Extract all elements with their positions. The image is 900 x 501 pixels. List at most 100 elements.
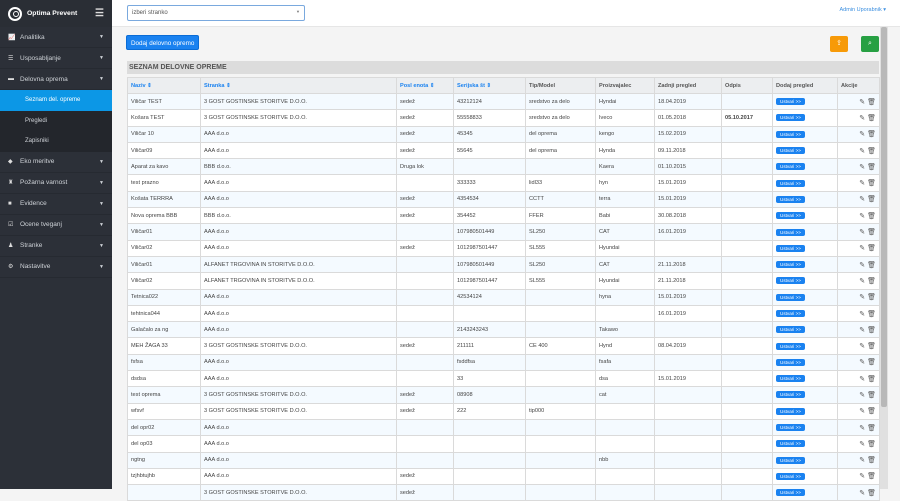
column-header[interactable]: Stranka ⇕ bbox=[200, 77, 397, 94]
trash-icon[interactable]: 🗑 bbox=[867, 196, 876, 203]
create-review-button[interactable]: Ustvari >> bbox=[776, 489, 805, 497]
trash-icon[interactable]: 🗑 bbox=[867, 408, 876, 415]
sidebar-item-eko-meritve[interactable]: ◆ Eko meritve ▼ bbox=[0, 152, 112, 173]
create-review-button[interactable]: Ustvari >> bbox=[776, 424, 805, 432]
trash-icon[interactable]: 🗑 bbox=[867, 490, 876, 497]
create-review-button[interactable]: Ustvari >> bbox=[776, 277, 805, 285]
sidebar-item-delovna-oprema[interactable]: ▬ Delovna oprema ▼ bbox=[0, 69, 112, 90]
create-review-button[interactable]: Ustvari >> bbox=[776, 147, 805, 155]
edit-icon[interactable]: ✎ bbox=[859, 262, 865, 269]
trash-icon[interactable]: 🗑 bbox=[867, 392, 876, 399]
sidebar-item-evidence[interactable]: ■ Evidence ▼ bbox=[0, 194, 112, 215]
brand[interactable]: Optima Prevent ☰ bbox=[0, 0, 112, 27]
sidebar-item-stranke[interactable]: ♟ Stranke ▼ bbox=[0, 236, 112, 257]
trash-icon[interactable]: 🗑 bbox=[867, 131, 876, 138]
trash-icon[interactable]: 🗑 bbox=[867, 441, 876, 448]
sidebar-subitem[interactable]: Seznam del. opreme bbox=[0, 90, 112, 111]
trash-icon[interactable]: 🗑 bbox=[867, 115, 876, 122]
edit-icon[interactable]: ✎ bbox=[859, 196, 865, 203]
trash-icon[interactable]: 🗑 bbox=[867, 294, 876, 301]
edit-icon[interactable]: ✎ bbox=[859, 408, 865, 415]
trash-icon[interactable]: 🗑 bbox=[867, 148, 876, 155]
create-review-button[interactable]: Ustvari >> bbox=[776, 391, 805, 399]
edit-icon[interactable]: ✎ bbox=[859, 392, 865, 399]
sidebar-subitem[interactable]: Zapisniki bbox=[0, 131, 112, 152]
sidebar-item-usposabljanje[interactable]: ☰ Usposabljanje ▼ bbox=[0, 48, 112, 69]
create-review-button[interactable]: Ustvari >> bbox=[776, 244, 805, 252]
column-header[interactable]: Posl enota ⇕ bbox=[396, 77, 454, 94]
scrollbar-thumb[interactable] bbox=[881, 27, 887, 407]
create-review-button[interactable]: Ustvari >> bbox=[776, 228, 805, 236]
user-menu[interactable]: Admin Uporabnik ▾ bbox=[840, 7, 886, 13]
create-review-button[interactable]: Ustvari >> bbox=[776, 261, 805, 269]
create-review-button[interactable]: Ustvari >> bbox=[776, 114, 805, 122]
trash-icon[interactable]: 🗑 bbox=[867, 425, 876, 432]
trash-icon[interactable]: 🗑 bbox=[867, 278, 876, 285]
create-review-button[interactable]: Ustvari >> bbox=[776, 456, 805, 464]
trash-icon[interactable]: 🗑 bbox=[867, 99, 876, 106]
edit-icon[interactable]: ✎ bbox=[859, 441, 865, 448]
trash-icon[interactable]: 🗑 bbox=[867, 164, 876, 171]
sidebar-item-ocene-tveganj[interactable]: ☑ Ocene tveganj ▼ bbox=[0, 215, 112, 236]
trash-icon[interactable]: 🗑 bbox=[867, 229, 876, 236]
edit-icon[interactable]: ✎ bbox=[859, 115, 865, 122]
trash-icon[interactable]: 🗑 bbox=[867, 457, 876, 464]
trash-icon[interactable]: 🗑 bbox=[867, 213, 876, 220]
sidebar-subitem[interactable]: Pregledi bbox=[0, 110, 112, 131]
edit-icon[interactable]: ✎ bbox=[859, 311, 865, 318]
add-equipment-button[interactable]: Dodaj delovno opremo bbox=[126, 35, 200, 50]
sidebar-item-po-arna-varnost[interactable]: ♜ Požarna varnost ▼ bbox=[0, 173, 112, 194]
create-review-button[interactable]: Ustvari >> bbox=[776, 130, 805, 138]
edit-icon[interactable]: ✎ bbox=[859, 278, 865, 285]
column-header[interactable]: Naziv ⇕ bbox=[127, 77, 201, 94]
create-review-button[interactable]: Ustvari >> bbox=[776, 212, 805, 220]
edit-icon[interactable]: ✎ bbox=[859, 245, 865, 252]
create-review-button[interactable]: Ustvari >> bbox=[776, 293, 805, 301]
trash-icon[interactable]: 🗑 bbox=[867, 359, 876, 366]
create-review-button[interactable]: Ustvari >> bbox=[776, 440, 805, 448]
trash-icon[interactable]: 🗑 bbox=[867, 180, 876, 187]
edit-icon[interactable]: ✎ bbox=[859, 213, 865, 220]
edit-icon[interactable]: ✎ bbox=[859, 327, 865, 334]
sidebar-item-nastavitve[interactable]: ⚙ Nastavitve ▼ bbox=[0, 257, 112, 278]
sidebar-item-analitika[interactable]: 📈 Analitika ▼ bbox=[0, 27, 112, 48]
create-review-button[interactable]: Ustvari >> bbox=[776, 472, 805, 480]
column-header[interactable]: Serijska št ⇕ bbox=[453, 77, 526, 94]
client-select[interactable]: izberi stranko ▼ bbox=[127, 5, 305, 21]
edit-icon[interactable]: ✎ bbox=[859, 425, 865, 432]
trash-icon[interactable]: 🗑 bbox=[867, 245, 876, 252]
trash-icon[interactable]: 🗑 bbox=[867, 262, 876, 269]
trash-icon[interactable]: 🗑 bbox=[867, 311, 876, 318]
create-review-button[interactable]: Ustvari >> bbox=[776, 342, 805, 350]
create-review-button[interactable]: Ustvari >> bbox=[776, 358, 805, 366]
edit-icon[interactable]: ✎ bbox=[859, 457, 865, 464]
trash-icon[interactable]: 🗑 bbox=[867, 343, 876, 350]
create-review-button[interactable]: Ustvari >> bbox=[776, 195, 805, 203]
edit-icon[interactable]: ✎ bbox=[859, 376, 865, 383]
create-review-button[interactable]: Ustvari >> bbox=[776, 407, 805, 415]
create-review-button[interactable]: Ustvari >> bbox=[776, 179, 805, 187]
edit-icon[interactable]: ✎ bbox=[859, 180, 865, 187]
edit-icon[interactable]: ✎ bbox=[859, 473, 865, 480]
edit-icon[interactable]: ✎ bbox=[859, 490, 865, 497]
create-review-button[interactable]: Ustvari >> bbox=[776, 375, 805, 383]
search-button[interactable]: ⌕ bbox=[861, 36, 879, 52]
menu-toggle-icon[interactable]: ☰ bbox=[95, 8, 104, 19]
edit-icon[interactable]: ✎ bbox=[859, 99, 865, 106]
create-review-button[interactable]: Ustvari >> bbox=[776, 326, 805, 334]
trash-icon[interactable]: 🗑 bbox=[867, 376, 876, 383]
export-button[interactable]: ⇪ bbox=[830, 36, 848, 52]
scrollbar[interactable] bbox=[880, 27, 888, 489]
edit-icon[interactable]: ✎ bbox=[859, 131, 865, 138]
edit-icon[interactable]: ✎ bbox=[859, 294, 865, 301]
trash-icon[interactable]: 🗑 bbox=[867, 473, 876, 480]
edit-icon[interactable]: ✎ bbox=[859, 359, 865, 366]
edit-icon[interactable]: ✎ bbox=[859, 148, 865, 155]
edit-icon[interactable]: ✎ bbox=[859, 164, 865, 171]
create-review-button[interactable]: Ustvari >> bbox=[776, 98, 805, 106]
trash-icon[interactable]: 🗑 bbox=[867, 327, 876, 334]
create-review-button[interactable]: Ustvari >> bbox=[776, 310, 805, 317]
edit-icon[interactable]: ✎ bbox=[859, 343, 865, 350]
edit-icon[interactable]: ✎ bbox=[859, 229, 865, 236]
create-review-button[interactable]: Ustvari >> bbox=[776, 163, 805, 171]
